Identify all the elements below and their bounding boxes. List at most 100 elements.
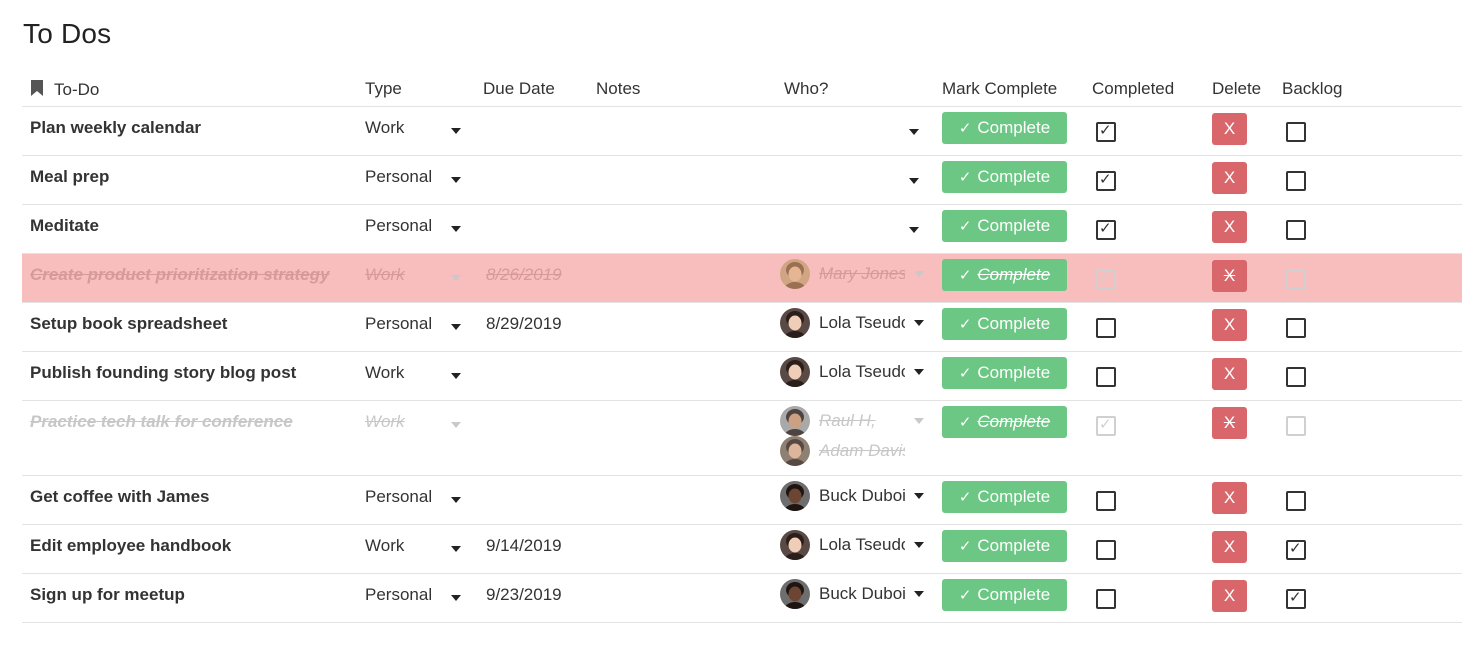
who-chevron-down-icon[interactable] <box>909 227 919 233</box>
delete-button[interactable]: X <box>1212 407 1247 439</box>
who-chevron-down-icon[interactable] <box>914 591 924 597</box>
complete-button[interactable]: ✓ Complete <box>942 308 1067 340</box>
task-name[interactable]: Setup book spreadsheet <box>30 314 227 334</box>
type-select[interactable]: Personal <box>365 487 465 507</box>
type-select[interactable]: Personal <box>365 585 465 605</box>
task-name[interactable]: Meal prep <box>30 167 109 187</box>
delete-button[interactable]: X <box>1212 580 1247 612</box>
task-name[interactable]: Sign up for meetup <box>30 585 185 605</box>
complete-button[interactable]: ✓ Complete <box>942 357 1067 389</box>
delete-button[interactable]: X <box>1212 113 1247 145</box>
completed-checkbox[interactable]: ✓ <box>1096 220 1116 240</box>
header-due-date[interactable]: Due Date <box>483 79 555 99</box>
who-select[interactable]: Mary Jones <box>780 259 930 289</box>
task-name[interactable]: Meditate <box>30 216 99 236</box>
who-chevron-down-icon[interactable] <box>914 418 924 424</box>
who-select[interactable]: Lola Tseudonym <box>780 357 930 387</box>
backlog-checkbox[interactable] <box>1286 220 1306 240</box>
type-chevron-down-icon[interactable] <box>451 177 461 183</box>
type-chevron-down-icon[interactable] <box>451 546 461 552</box>
backlog-checkbox[interactable]: ✓ <box>1286 540 1306 560</box>
type-select[interactable]: Personal <box>365 314 465 334</box>
who-chevron-down-icon[interactable] <box>914 542 924 548</box>
header-completed[interactable]: Completed <box>1092 79 1174 99</box>
who-select[interactable]: Buck Dubois <box>780 481 930 511</box>
type-chevron-down-icon[interactable] <box>451 226 461 232</box>
who-chevron-down-icon[interactable] <box>914 271 924 277</box>
who-chevron-down-icon[interactable] <box>909 178 919 184</box>
task-name[interactable]: Edit employee handbook <box>30 536 231 556</box>
type-select[interactable]: Work <box>365 536 465 556</box>
complete-button[interactable]: ✓ Complete <box>942 530 1067 562</box>
complete-button[interactable]: ✓ Complete <box>942 579 1067 611</box>
complete-button[interactable]: ✓ Complete <box>942 161 1067 193</box>
type-chevron-down-icon[interactable] <box>451 128 461 134</box>
completed-checkbox[interactable] <box>1096 540 1116 560</box>
task-name[interactable]: Create product prioritization strategy <box>30 265 329 285</box>
who-chevron-down-icon[interactable] <box>914 369 924 375</box>
who-chevron-down-icon[interactable] <box>909 129 919 135</box>
due-date[interactable]: 9/23/2019 <box>486 585 562 605</box>
who-select[interactable]: Raul H, <box>780 406 930 436</box>
header-delete[interactable]: Delete <box>1212 79 1261 99</box>
complete-button[interactable]: ✓ Complete <box>942 406 1067 438</box>
type-select[interactable]: Work <box>365 265 465 285</box>
completed-checkbox[interactable] <box>1096 318 1116 338</box>
due-date[interactable]: 8/26/2019 <box>486 265 562 285</box>
delete-button[interactable]: X <box>1212 358 1247 390</box>
completed-checkbox[interactable] <box>1096 589 1116 609</box>
completed-checkbox[interactable]: ✓ <box>1096 171 1116 191</box>
backlog-checkbox[interactable] <box>1286 367 1306 387</box>
delete-button[interactable]: X <box>1212 162 1247 194</box>
completed-checkbox[interactable] <box>1096 491 1116 511</box>
backlog-checkbox[interactable] <box>1286 491 1306 511</box>
task-name[interactable]: Plan weekly calendar <box>30 118 201 138</box>
backlog-checkbox[interactable] <box>1286 171 1306 191</box>
due-date[interactable]: 9/14/2019 <box>486 536 562 556</box>
backlog-checkbox[interactable] <box>1286 122 1306 142</box>
header-who[interactable]: Who? <box>784 79 828 99</box>
type-chevron-down-icon[interactable] <box>451 275 461 281</box>
delete-button[interactable]: X <box>1212 309 1247 341</box>
backlog-checkbox[interactable] <box>1286 416 1306 436</box>
type-select[interactable]: Work <box>365 118 465 138</box>
completed-checkbox[interactable] <box>1096 367 1116 387</box>
who-select[interactable]: Buck Dubois <box>780 579 930 609</box>
backlog-checkbox[interactable] <box>1286 318 1306 338</box>
who-select[interactable]: Adam Davis <box>780 436 930 466</box>
complete-button[interactable]: ✓ Complete <box>942 112 1067 144</box>
who-chevron-down-icon[interactable] <box>914 493 924 499</box>
header-todo[interactable]: To-Do <box>30 79 99 102</box>
type-chevron-down-icon[interactable] <box>451 422 461 428</box>
backlog-checkbox[interactable]: ✓ <box>1286 589 1306 609</box>
header-mark-complete[interactable]: Mark Complete <box>942 79 1057 99</box>
header-type[interactable]: Type <box>365 79 402 99</box>
delete-button[interactable]: X <box>1212 482 1247 514</box>
due-date[interactable]: 8/29/2019 <box>486 314 562 334</box>
type-select[interactable]: Work <box>365 363 465 383</box>
delete-button[interactable]: X <box>1212 260 1247 292</box>
completed-checkbox[interactable]: ✓ <box>1096 269 1116 289</box>
header-backlog[interactable]: Backlog <box>1282 79 1342 99</box>
type-select[interactable]: Personal <box>365 167 465 187</box>
header-notes[interactable]: Notes <box>596 79 640 99</box>
completed-checkbox[interactable]: ✓ <box>1096 416 1116 436</box>
task-name[interactable]: Practice tech talk for conference <box>30 412 293 432</box>
completed-checkbox[interactable]: ✓ <box>1096 122 1116 142</box>
type-select[interactable]: Personal <box>365 216 465 236</box>
type-select[interactable]: Work <box>365 412 465 432</box>
complete-button[interactable]: ✓ Complete <box>942 481 1067 513</box>
type-chevron-down-icon[interactable] <box>451 497 461 503</box>
task-name[interactable]: Get coffee with James <box>30 487 210 507</box>
delete-button[interactable]: X <box>1212 211 1247 243</box>
delete-button[interactable]: X <box>1212 531 1247 563</box>
type-chevron-down-icon[interactable] <box>451 324 461 330</box>
backlog-checkbox[interactable] <box>1286 269 1306 289</box>
type-chevron-down-icon[interactable] <box>451 373 461 379</box>
type-chevron-down-icon[interactable] <box>451 595 461 601</box>
complete-button[interactable]: ✓ Complete <box>942 259 1067 291</box>
complete-button[interactable]: ✓ Complete <box>942 210 1067 242</box>
who-select[interactable]: Lola Tseudonym <box>780 308 930 338</box>
task-name[interactable]: Publish founding story blog post <box>30 363 296 383</box>
who-select[interactable]: Lola Tseudonym <box>780 530 930 560</box>
